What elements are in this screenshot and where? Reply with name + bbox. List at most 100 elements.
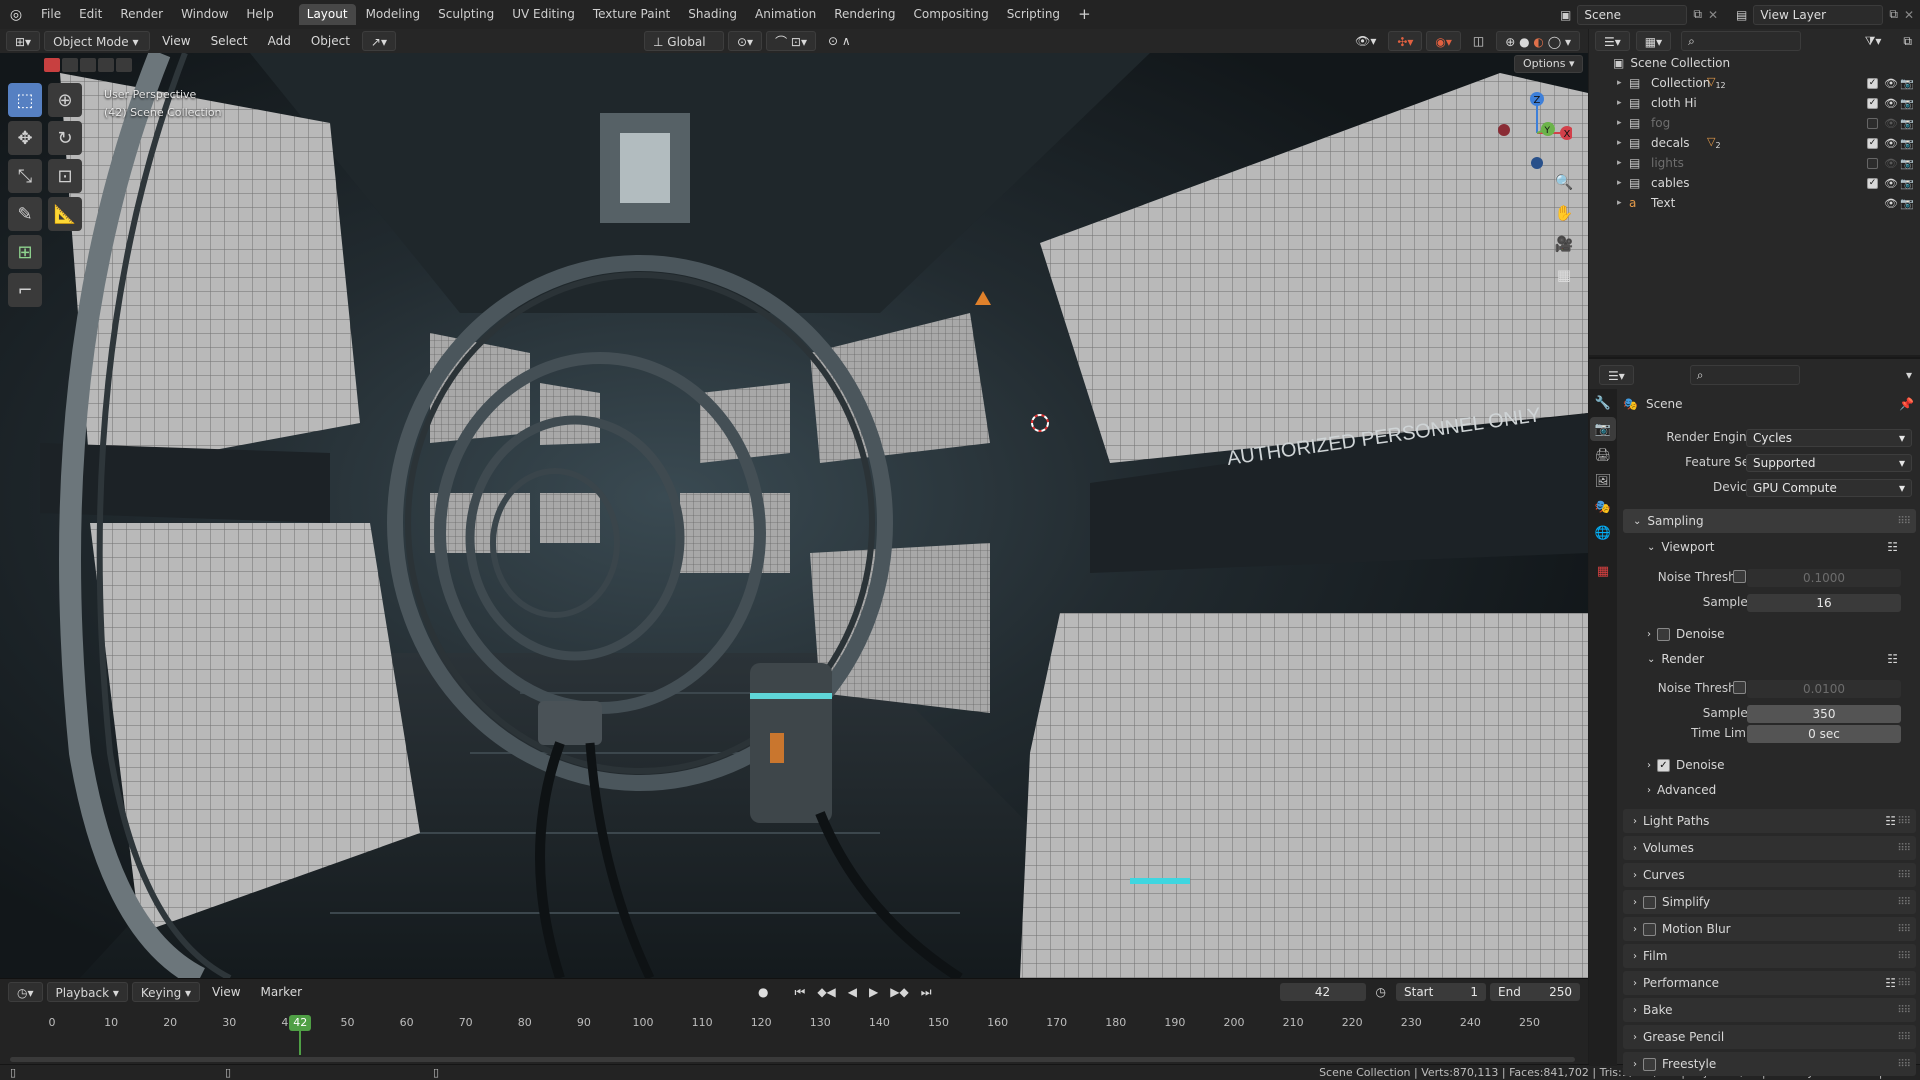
render-presets-icon[interactable]: ☷: [1887, 652, 1898, 666]
menu-add[interactable]: Add: [260, 31, 299, 51]
expand-arrow-icon[interactable]: ▸: [1617, 198, 1629, 208]
outliner-item[interactable]: ▸ a Text 👁 📷: [1589, 193, 1920, 213]
end-frame-field[interactable]: End 250: [1490, 983, 1580, 1001]
render-camera-icon[interactable]: 📷: [1900, 156, 1914, 170]
snap-icon[interactable]: ⌒ ⊡▾: [766, 31, 816, 51]
visibility-eye-icon[interactable]: 👁: [1884, 116, 1898, 130]
add-cube-tool-icon[interactable]: ⊞: [8, 235, 42, 269]
new-view-layer-icon[interactable]: ⧉: [1889, 7, 1898, 22]
select-extend-icon[interactable]: [62, 58, 78, 72]
use-preview-range-icon[interactable]: ◷: [1376, 985, 1386, 999]
sampling-panel-header[interactable]: ⌄ Sampling ⠿⠿: [1623, 509, 1916, 533]
render-noise-threshold-checkbox[interactable]: [1733, 681, 1746, 694]
panel-presets-icon[interactable]: ☷: [1885, 976, 1896, 990]
viewport-subpanel-header[interactable]: ⌄ Viewport ☷: [1647, 537, 1916, 557]
render-camera-icon[interactable]: 📷: [1900, 96, 1914, 110]
menu-render[interactable]: Render: [111, 0, 172, 29]
pivot-point-icon[interactable]: ⊙▾: [728, 31, 763, 51]
render-denoise-checkbox[interactable]: ✓: [1657, 758, 1670, 772]
texture-tab-icon[interactable]: ▦: [1590, 559, 1616, 583]
properties-search-input[interactable]: ⌕: [1689, 365, 1800, 385]
menu-help[interactable]: Help: [237, 0, 282, 29]
visibility-eye-icon[interactable]: 👁: [1884, 156, 1898, 170]
3d-viewport[interactable]: AUTHORIZED PERSONNEL ONLY ⬚ ⊕ ✥ ↻ ⤡ ⊡ ✎ …: [0, 53, 1588, 978]
keying-menu[interactable]: Keying ▾: [131, 982, 201, 1002]
panel-header-freestyle[interactable]: › Freestyle ⠿⠿: [1623, 1052, 1916, 1076]
outliner-root[interactable]: ▣ Scene Collection: [1589, 53, 1920, 73]
outliner-item[interactable]: ▸ ▤ cables ✓ 👁 📷: [1589, 173, 1920, 193]
select-invert-icon[interactable]: [98, 58, 114, 72]
exclude-checkbox[interactable]: ✓: [1867, 137, 1878, 149]
panel-header-bake[interactable]: › Bake ⠿⠿: [1623, 998, 1916, 1022]
viewport-denoise-checkbox[interactable]: [1657, 627, 1670, 641]
tab-sculpting[interactable]: Sculpting: [430, 4, 502, 25]
panel-header-motion-blur[interactable]: › Motion Blur ⠿⠿: [1623, 917, 1916, 941]
camera-view-icon[interactable]: 🎥: [1551, 231, 1577, 257]
tab-animation[interactable]: Animation: [747, 4, 824, 25]
expand-arrow-icon[interactable]: ▸: [1617, 98, 1629, 108]
render-denoise-header[interactable]: › ✓ Denoise: [1647, 755, 1916, 775]
render-camera-icon[interactable]: 📷: [1900, 176, 1914, 190]
device-select[interactable]: GPU Compute ▾: [1746, 479, 1912, 497]
timeline-editor-type-icon[interactable]: ◷▾: [8, 982, 43, 1002]
feature-set-select[interactable]: Supported ▾: [1746, 454, 1912, 472]
render-camera-icon[interactable]: 📷: [1900, 116, 1914, 130]
select-subtract-icon[interactable]: [80, 58, 96, 72]
expand-arrow-icon[interactable]: ▸: [1617, 118, 1629, 128]
view-layer-tab-icon[interactable]: 🖼: [1590, 469, 1616, 493]
outliner-editor-type-icon[interactable]: ☰▾: [1595, 31, 1630, 51]
rotate-tool-icon[interactable]: ↻: [48, 121, 82, 155]
start-frame-field[interactable]: Start 1: [1396, 983, 1486, 1001]
panel-enable-checkbox[interactable]: [1643, 922, 1656, 936]
add-workspace-button[interactable]: +: [1070, 4, 1099, 25]
xray-icon[interactable]: ◫: [1465, 31, 1492, 51]
timeline-view-menu[interactable]: View: [204, 982, 248, 1002]
view-layer-selector[interactable]: View Layer: [1753, 4, 1884, 25]
visibility-icon[interactable]: 👁▾: [1347, 31, 1384, 51]
tool-tab-icon[interactable]: 🔧: [1590, 391, 1616, 415]
current-frame-field[interactable]: 42: [1279, 983, 1366, 1001]
exclude-checkbox[interactable]: ✓: [1867, 77, 1878, 89]
output-tab-icon[interactable]: 🖨: [1590, 443, 1616, 467]
move-tool-icon[interactable]: ✥: [8, 121, 42, 155]
visibility-eye-icon[interactable]: 👁: [1884, 196, 1898, 210]
select-intersect-icon[interactable]: [116, 58, 132, 72]
scale-tool-icon[interactable]: ⤡: [8, 159, 42, 193]
panel-presets-icon[interactable]: ☷: [1885, 814, 1896, 828]
render-subpanel-header[interactable]: ⌄ Render ☷: [1647, 649, 1916, 669]
render-noise-threshold-field[interactable]: 0.0100: [1747, 680, 1901, 698]
panel-header-film[interactable]: › Film ⠿⠿: [1623, 944, 1916, 968]
expand-arrow-icon[interactable]: ▸: [1617, 138, 1629, 148]
exclude-checkbox[interactable]: [1867, 157, 1878, 169]
panel-header-volumes[interactable]: › Volumes ⠿⠿: [1623, 836, 1916, 860]
pan-hand-icon[interactable]: ✋: [1551, 200, 1577, 226]
selection-mode-icon[interactable]: ↗▾: [361, 31, 396, 51]
panel-header-performance[interactable]: › Performance ☷ ⠿⠿: [1623, 971, 1916, 995]
prev-keyframe-icon[interactable]: ◆◀: [817, 985, 835, 999]
options-dropdown[interactable]: Options ▾: [1514, 55, 1584, 73]
menu-view[interactable]: View: [154, 31, 198, 51]
viewport-noise-threshold-field[interactable]: 0.1000: [1747, 569, 1901, 587]
mode-selector[interactable]: Object Mode ▾: [44, 31, 151, 51]
delete-scene-icon[interactable]: ✕: [1708, 8, 1718, 22]
record-icon[interactable]: ●: [758, 985, 768, 999]
tab-texture-paint[interactable]: Texture Paint: [585, 4, 678, 25]
transform-tool-icon[interactable]: ⊡: [48, 159, 82, 193]
jump-start-icon[interactable]: ⏮: [795, 985, 806, 1000]
render-samples-field[interactable]: 350: [1747, 705, 1901, 723]
exclude-checkbox[interactable]: ✓: [1867, 177, 1878, 189]
menu-file[interactable]: File: [32, 0, 70, 29]
exclude-checkbox[interactable]: ✓: [1867, 97, 1878, 109]
scene-icon[interactable]: ▣: [1560, 8, 1571, 22]
new-scene-icon[interactable]: ⧉: [1693, 7, 1702, 22]
next-keyframe-icon[interactable]: ▶◆: [890, 985, 908, 999]
render-engine-select[interactable]: Cycles ▾: [1746, 429, 1912, 447]
visibility-eye-icon[interactable]: 👁: [1884, 176, 1898, 190]
exclude-checkbox[interactable]: [1867, 117, 1878, 129]
outliner-item[interactable]: ▸ ▤ cloth Hi ✓ 👁 📷: [1589, 93, 1920, 113]
panel-header-grease-pencil[interactable]: › Grease Pencil ⠿⠿: [1623, 1025, 1916, 1049]
outliner-item[interactable]: ▸ ▤ Collection ▽12 ✓ 👁 📷: [1589, 73, 1920, 93]
outliner-item[interactable]: ▸ ▤ fog 👁 📷: [1589, 113, 1920, 133]
panel-header-light-paths[interactable]: › Light Paths ☷ ⠿⠿: [1623, 809, 1916, 833]
annotate-tool-icon[interactable]: ✎: [8, 197, 42, 231]
